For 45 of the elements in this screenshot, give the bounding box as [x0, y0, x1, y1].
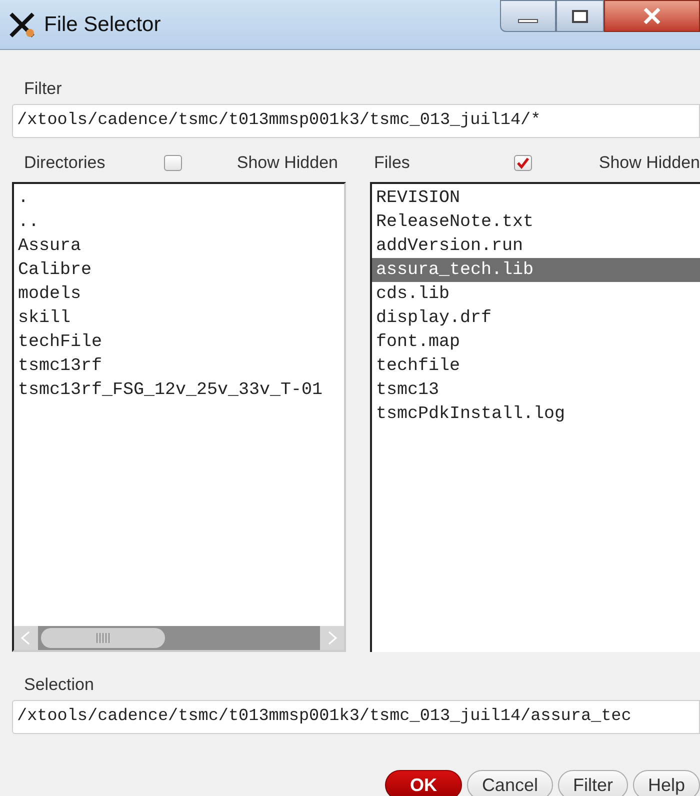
list-item[interactable]: ReleaseNote.txt: [372, 210, 700, 234]
minimize-button[interactable]: [500, 0, 556, 32]
dialog-button[interactable]: OK: [384, 770, 462, 796]
dialog-button[interactable]: Filter: [558, 770, 628, 796]
list-item[interactable]: cds.lib: [372, 282, 700, 306]
list-item[interactable]: addVersion.run: [372, 234, 700, 258]
list-item[interactable]: Assura: [14, 234, 344, 258]
list-item[interactable]: skill: [14, 306, 344, 330]
list-item[interactable]: .: [14, 186, 344, 210]
list-item[interactable]: techFile: [14, 330, 344, 354]
checkbox-label: Show Hidden: [236, 152, 338, 174]
close-button[interactable]: [604, 0, 700, 32]
scroll-right-icon[interactable]: [320, 626, 344, 650]
checkmark-icon: [517, 157, 529, 169]
close-icon: [643, 8, 661, 24]
list-label: Files: [374, 152, 411, 174]
list-item[interactable]: display.drf: [372, 306, 700, 330]
list-item[interactable]: assura_tech.lib: [372, 258, 700, 282]
scrollbar[interactable]: [14, 626, 344, 650]
selection-field[interactable]: /xtools/cadence/tsmc/t013mmsp001k3/tsmc_013_juil14/assura_tec: [12, 700, 700, 734]
checkbox[interactable]: [514, 155, 532, 171]
dialog-button[interactable]: Cancel: [466, 770, 553, 796]
list-item[interactable]: models: [14, 282, 344, 306]
list-label: Directories: [24, 152, 106, 174]
maximize-button[interactable]: [556, 0, 604, 32]
window-title: File Selector: [44, 12, 161, 38]
list-item[interactable]: REVISION: [372, 186, 700, 210]
list-item[interactable]: tsmc13: [372, 378, 700, 402]
list-item[interactable]: Calibre: [14, 258, 344, 282]
grip-icon: [96, 633, 110, 643]
list-item[interactable]: techfile: [372, 354, 700, 378]
list-item[interactable]: tsmc13rf: [14, 354, 344, 378]
checkbox[interactable]: [164, 155, 182, 171]
scroll-left-icon[interactable]: [14, 626, 38, 650]
list-item[interactable]: font.map: [372, 330, 700, 354]
list-item[interactable]: ..: [14, 210, 344, 234]
checkbox-label: Show Hidden: [598, 152, 700, 174]
scroll-thumb[interactable]: [41, 628, 165, 648]
field-label: Selection: [24, 674, 95, 694]
x-logo-icon: [8, 10, 36, 38]
filter-field[interactable]: /xtools/cadence/tsmc/t013mmsp001k3/tsmc_013_juil14/*: [12, 104, 700, 138]
field-label: Filter: [24, 78, 63, 98]
list-item[interactable]: tsmc13rf_FSG_12v_25v_33v_T-01: [14, 378, 344, 402]
list-item[interactable]: tsmcPdkInstall.log: [372, 402, 700, 426]
dialog-button[interactable]: Help: [632, 770, 700, 796]
